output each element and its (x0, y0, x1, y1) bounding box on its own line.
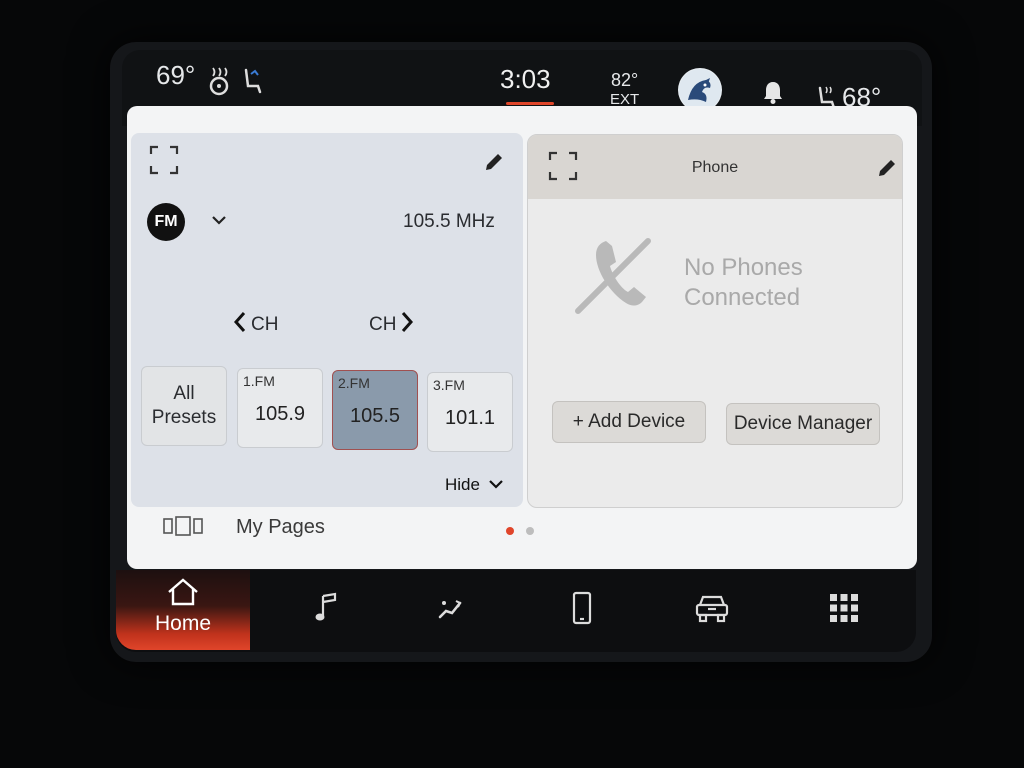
chevron-left-icon (233, 311, 247, 339)
home-screen: FM 105.5 MHz CH CH All Presets 1.FM 105.… (127, 106, 917, 569)
clock: 3:03 (500, 64, 551, 94)
expand-icon[interactable] (149, 145, 179, 180)
chevron-down-icon (488, 475, 504, 495)
preset-value: 105.9 (254, 403, 306, 425)
phone-widget: Phone No Phones Connected + Add Device D… (527, 134, 903, 508)
no-phones-message: No Phones Connected (684, 253, 803, 313)
preset-label: 3.FM (433, 377, 465, 393)
driver-temp[interactable]: 69° (156, 60, 195, 91)
no-phones-line-1: No Phones (684, 254, 803, 281)
phone-disconnected-icon (572, 233, 654, 324)
heated-steering-wheel-icon[interactable] (206, 66, 232, 101)
heated-seat-icon[interactable] (238, 66, 264, 101)
nav-phone-button[interactable] (552, 570, 612, 650)
phone-title: Phone (691, 159, 739, 176)
my-pages-label[interactable]: My Pages (236, 516, 325, 539)
bottom-nav: Home (116, 570, 916, 652)
all-presets-label-1: All (173, 383, 195, 404)
nav-apps-button[interactable] (814, 570, 874, 650)
all-presets-label-2: Presets (151, 407, 217, 428)
chevron-right-icon (400, 311, 414, 339)
exterior-temp-value: 82° (610, 70, 639, 90)
channel-next-label: CH (369, 314, 397, 335)
home-icon (166, 578, 200, 611)
frequency-display: 105.5 MHz (403, 211, 495, 232)
add-device-button[interactable]: + Add Device (552, 401, 706, 443)
edit-pencil-icon[interactable] (483, 151, 505, 178)
nav-vehicle-button[interactable] (682, 570, 742, 650)
hide-presets-button[interactable]: Hide (445, 475, 504, 495)
chevron-down-icon[interactable] (211, 213, 227, 231)
home-label: Home (154, 612, 212, 635)
notification-bell-icon[interactable] (762, 80, 784, 109)
channel-prev-button[interactable]: CH (233, 311, 278, 339)
no-phones-line-2: Connected (684, 284, 801, 311)
exterior-temp: 82° EXT (610, 70, 639, 110)
climate-seat-icon (436, 595, 464, 626)
band-badge[interactable]: FM (147, 203, 185, 241)
nav-media-button[interactable] (296, 570, 356, 650)
preset-label: 1.FM (243, 373, 275, 389)
page-indicator-active[interactable] (506, 527, 514, 535)
device-manager-button[interactable]: Device Manager (726, 403, 880, 445)
preset-label: 2.FM (338, 375, 370, 391)
preset-3-button[interactable]: 3.FM 101.1 (427, 372, 513, 452)
preset-value: 101.1 (444, 407, 496, 429)
channel-prev-label: CH (251, 314, 279, 335)
my-pages-icon[interactable] (163, 516, 207, 541)
smartphone-icon (572, 591, 592, 630)
music-note-icon (314, 592, 338, 629)
nav-home-button[interactable]: Home (116, 570, 250, 650)
all-presets-button[interactable]: All Presets (141, 366, 227, 446)
channel-next-button[interactable]: CH (369, 311, 414, 339)
preset-1-button[interactable]: 1.FM 105.9 (237, 368, 323, 448)
preset-2-button[interactable]: 2.FM 105.5 (332, 370, 418, 450)
radio-widget: FM 105.5 MHz CH CH All Presets 1.FM 105.… (131, 133, 523, 507)
truck-icon (694, 593, 730, 628)
hide-label: Hide (445, 475, 480, 494)
nav-comfort-button[interactable] (420, 570, 480, 650)
phone-header: Phone (528, 135, 902, 199)
preset-value: 105.5 (349, 405, 401, 427)
edit-pencil-icon[interactable] (876, 157, 898, 184)
apps-grid-icon (829, 593, 859, 628)
page-indicator[interactable] (526, 527, 534, 535)
